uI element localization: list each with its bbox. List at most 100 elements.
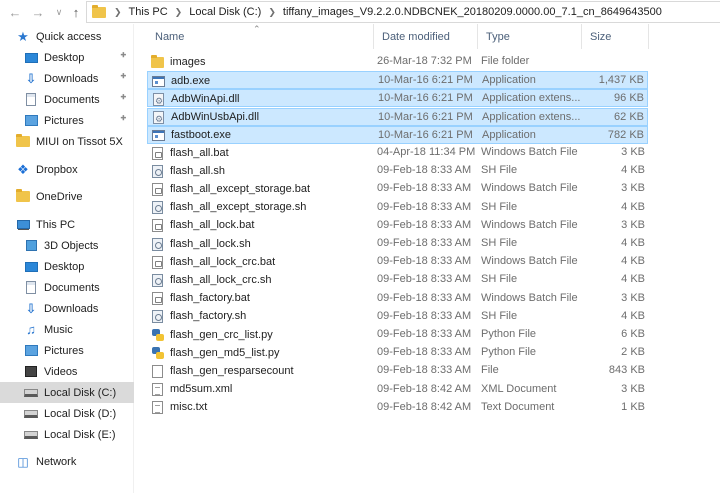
file-row[interactable]: AdbWinApi.dll 10-Mar-16 6:21 PM Applicatio… — [147, 89, 648, 111]
sidebar-item-dropbox[interactable]: ❖ Dropbox — [0, 159, 134, 180]
file-row[interactable]: flash_all_lock.sh 09-Feb-18 8:33 AM SH Fil… — [147, 235, 648, 253]
file-row[interactable]: flash_gen_resparsecount 09-Feb-18 8:33 AM… — [147, 362, 648, 380]
column-header-row: Name ⌃ Date modified Type Size — [134, 24, 720, 49]
chevron-right-icon[interactable]: ❯ — [114, 7, 122, 18]
file-date: 09-Feb-18 8:33 AM — [377, 309, 472, 322]
sidebar-item-onedrive[interactable]: OneDrive — [0, 186, 134, 207]
sidebar-item-local-disk-c[interactable]: Local Disk (C:) — [0, 382, 134, 403]
file-row[interactable]: md5sum.xml 09-Feb-18 8:42 AM XML Document 3… — [147, 381, 648, 399]
file-icon — [151, 364, 164, 378]
file-name: flash_gen_crc_list.py — [170, 328, 273, 341]
desktop-icon — [24, 51, 38, 65]
forward-arrow-icon[interactable]: → — [29, 3, 47, 21]
pictures-icon — [24, 114, 38, 128]
file-date: 10-Mar-16 6:21 PM — [378, 74, 473, 87]
sidebar-item-downloads[interactable]: ⇩ Downloads ✖ — [0, 68, 134, 89]
file-row[interactable]: flash_gen_md5_list.py 09-Feb-18 8:33 AM Py… — [147, 344, 648, 362]
pin-icon: ✖ — [118, 50, 128, 60]
documents-icon — [24, 93, 38, 107]
recent-dropdown-icon[interactable]: ∨ — [50, 3, 68, 21]
sidebar-item-pictures[interactable]: Pictures — [0, 340, 134, 361]
file-row[interactable]: flash_all_lock_crc.bat 09-Feb-18 8:33 AM W… — [147, 253, 648, 271]
address-row: ← → ∨ ↑ ❯ This PC ❯ Local Disk (C:) ❯ ti… — [0, 0, 720, 24]
file-row[interactable]: flash_all.sh 09-Feb-18 8:33 AM SH File 4 KB — [147, 162, 648, 180]
address-bar[interactable]: ❯ This PC ❯ Local Disk (C:) ❯ tiffany_im… — [86, 1, 720, 23]
file-date: 10-Mar-16 6:21 PM — [378, 110, 473, 123]
sh-icon — [151, 273, 164, 287]
file-name: flash_all_lock.sh — [170, 237, 251, 250]
breadcrumb-local-disk[interactable]: Local Disk (C:) — [189, 6, 261, 18]
file-row[interactable]: flash_all_lock.bat 09-Feb-18 8:33 AM Windo… — [147, 217, 648, 235]
sidebar-item-network[interactable]: ◫ Network — [0, 451, 134, 472]
sidebar-item-label: MIUI on Tissot 5X — [36, 135, 123, 148]
file-row[interactable]: flash_factory.bat 09-Feb-18 8:33 AM Window… — [147, 290, 648, 308]
file-row[interactable]: misc.txt 09-Feb-18 8:42 AM Text Document 1 … — [147, 399, 648, 417]
sidebar-item-desktop[interactable]: Desktop — [0, 256, 134, 277]
file-type: SH File — [481, 164, 518, 177]
column-header-type[interactable]: Type — [477, 24, 581, 49]
sidebar-item-desktop[interactable]: Desktop ✖ — [0, 47, 134, 68]
sidebar-item-local-disk-e[interactable]: Local Disk (E:) — [0, 424, 134, 445]
file-size: 3 KB — [621, 291, 645, 304]
file-row[interactable]: flash_all_lock_crc.sh 09-Feb-18 8:33 AM SH… — [147, 271, 648, 289]
file-row[interactable]: flash_all_except_storage.bat 09-Feb-18 8:… — [147, 180, 648, 198]
file-name-cell: adb.exe — [152, 72, 210, 90]
column-header-size[interactable]: Size — [581, 24, 648, 49]
sidebar-item-pictures[interactable]: Pictures ✖ — [0, 110, 134, 131]
file-date: 09-Feb-18 8:33 AM — [377, 164, 472, 177]
sidebar-item-label: Downloads — [44, 302, 99, 315]
sidebar-item-local-disk-d[interactable]: Local Disk (D:) — [0, 403, 134, 424]
file-row[interactable]: flash_gen_crc_list.py 09-Feb-18 8:33 AM Py… — [147, 326, 648, 344]
column-header-date[interactable]: Date modified — [373, 24, 477, 49]
file-row[interactable]: adb.exe 10-Mar-16 6:21 PM Application 1,437… — [147, 71, 648, 90]
sidebar-item-label: OneDrive — [36, 190, 83, 203]
file-row[interactable]: flash_all.bat 04-Apr-18 11:34 PM Windows B… — [147, 144, 648, 162]
breadcrumb-this-pc[interactable]: This PC — [129, 6, 168, 18]
file-row[interactable]: AdbWinUsbApi.dll 10-Mar-16 6:21 PM Applica… — [147, 107, 648, 129]
sidebar-item-downloads[interactable]: ⇩ Downloads — [0, 298, 134, 319]
folder-icon — [92, 4, 106, 18]
back-arrow-icon[interactable]: ← — [6, 3, 24, 21]
file-name: AdbWinApi.dll — [171, 92, 240, 105]
file-type: Windows Batch File — [481, 146, 578, 158]
file-name-cell: images — [151, 53, 205, 71]
file-name: images — [170, 55, 206, 68]
folder-icon — [16, 134, 30, 149]
sidebar-item-this-pc[interactable]: This PC — [0, 214, 134, 235]
file-type: Python File — [481, 346, 537, 359]
file-row[interactable]: images 26-Mar-18 7:32 PM File folder — [147, 53, 648, 71]
file-name-cell: AdbWinUsbApi.dll — [152, 109, 260, 129]
file-size: 3 KB — [621, 382, 645, 395]
pin-icon: ✖ — [118, 113, 128, 123]
file-date: 09-Feb-18 8:33 AM — [377, 273, 472, 286]
dll-icon — [152, 92, 165, 111]
file-row[interactable]: flash_factory.sh 09-Feb-18 8:33 AM SH File… — [147, 308, 648, 326]
sidebar-item-documents[interactable]: Documents — [0, 277, 134, 298]
file-type: Windows Batch File — [481, 255, 578, 268]
breadcrumb-current-folder[interactable]: tiffany_images_V9.2.2.0.NDBCNEK_20180209… — [283, 6, 662, 18]
file-size: 782 KB — [607, 128, 644, 141]
sh-icon — [151, 164, 164, 178]
file-name-cell: flash_all_lock.bat — [151, 217, 254, 235]
up-arrow-icon[interactable]: ↑ — [67, 3, 85, 21]
file-name-cell: flash_gen_resparsecount — [151, 362, 294, 380]
file-type: Text Document — [481, 400, 555, 413]
file-row[interactable]: flash_all_except_storage.sh 09-Feb-18 8:3… — [147, 199, 648, 217]
sidebar-item-label: Desktop — [44, 260, 85, 273]
folder-icon — [151, 54, 164, 69]
file-name: flash_all_lock_crc.sh — [170, 273, 272, 286]
sidebar-item-label: Documents — [44, 281, 100, 294]
sidebar-item-documents[interactable]: Documents ✖ — [0, 89, 134, 110]
file-row[interactable]: fastboot.exe 10-Mar-16 6:21 PM Application… — [147, 125, 648, 144]
sidebar-item-miui-on-tissot-5x[interactable]: MIUI on Tissot 5X — [0, 131, 134, 152]
file-type: SH File — [481, 273, 518, 286]
sidebar-item-quick-access[interactable]: ★ Quick access — [0, 26, 134, 47]
sidebar-item-videos[interactable]: Videos — [0, 361, 134, 382]
sidebar-item-3d-objects[interactable]: 3D Objects — [0, 235, 134, 256]
file-name-cell: flash_all.sh — [151, 162, 225, 180]
chevron-right-icon[interactable]: ❯ — [175, 7, 183, 18]
chevron-right-icon[interactable]: ❯ — [268, 7, 276, 18]
file-name: AdbWinUsbApi.dll — [171, 111, 260, 124]
file-date: 09-Feb-18 8:33 AM — [377, 328, 472, 340]
sidebar-item-music[interactable]: ♫ Music — [0, 319, 134, 340]
